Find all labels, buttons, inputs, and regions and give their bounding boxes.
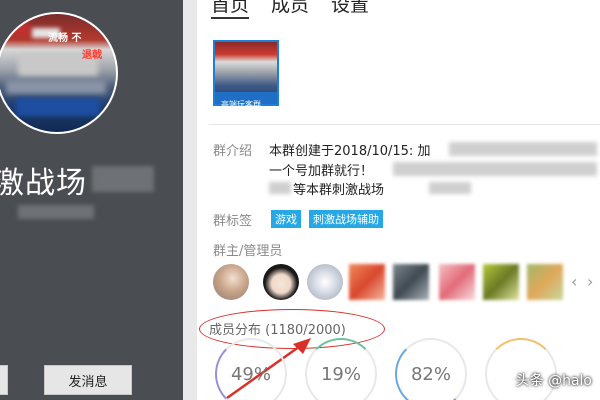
thumbnail-caption: 高端玩客群 — [221, 100, 261, 109]
intro-line2: 一个号加群就行！ — [269, 164, 374, 179]
tag-game[interactable]: 游戏 — [271, 210, 301, 228]
avatar-text-line1: 流畅 不 — [48, 33, 82, 44]
intro-redacted-4 — [429, 182, 471, 194]
tag-pubg-assist[interactable]: 刺激战场辅助 — [309, 210, 383, 228]
stat-circle-4 — [485, 338, 557, 400]
admin-avatar-4[interactable] — [349, 264, 385, 300]
group-name: 激战场 — [0, 158, 87, 202]
admins-label: 群主/管理员 — [213, 244, 283, 259]
group-id-redacted — [18, 205, 94, 219]
stat-value-2: 19% — [320, 363, 361, 385]
tab-members[interactable]: 成员 — [271, 0, 309, 19]
stat-value-1: 49% — [230, 363, 271, 385]
stat-circle-3: 82% — [395, 338, 467, 400]
admin-avatar-6[interactable] — [439, 264, 475, 300]
avatar-text-line2: 退戟 — [82, 50, 102, 61]
admin-avatar-2[interactable] — [263, 264, 299, 300]
tab-settings[interactable]: 设置 — [331, 0, 369, 19]
intro-line1: 本群创建于2018/10/15: 加 — [269, 144, 431, 159]
app-window: 流畅 不 退戟 激战场 发消息 首页 成员 设置 高端玩客群 群介绍 本群创建于… — [0, 0, 600, 400]
group-name-redacted — [92, 166, 154, 192]
admin-avatar-8[interactable] — [527, 264, 563, 300]
admin-avatar-5[interactable] — [393, 264, 429, 300]
stat-circle-2: 19% — [305, 338, 377, 400]
chevron-right-icon[interactable]: › — [587, 272, 593, 291]
thumbnail-caption-bar: 高端玩客群 — [215, 92, 277, 109]
group-name-text: 激战场 — [0, 166, 87, 201]
intro-label: 群介绍 — [213, 144, 253, 159]
watermark: 头条 @halo — [515, 373, 592, 389]
admin-avatar-1[interactable] — [213, 264, 249, 300]
stat-circle-1: 49% — [215, 338, 287, 400]
secondary-action-button[interactable] — [0, 365, 8, 395]
intro-redacted-3 — [269, 182, 291, 194]
intro-redacted-2 — [393, 162, 597, 176]
intro-line3: 等本群刺激战场 — [293, 183, 385, 198]
group-photo-thumbnail[interactable]: 高端玩客群 — [213, 40, 279, 109]
panel-separator — [183, 0, 197, 400]
admin-avatar-3[interactable] — [307, 264, 343, 300]
tags-label: 群标签 — [213, 214, 253, 229]
group-avatar[interactable]: 流畅 不 退戟 — [0, 12, 118, 134]
divider — [209, 124, 600, 125]
chevron-left-icon[interactable]: ‹ — [571, 272, 577, 291]
stat-value-3: 82% — [410, 363, 451, 385]
admin-avatar-7[interactable] — [483, 264, 519, 300]
send-message-button[interactable]: 发消息 — [44, 365, 132, 395]
intro-redacted-1 — [449, 142, 597, 156]
tab-home[interactable]: 首页 — [211, 0, 250, 19]
tab-bar: 首页 成员 设置 — [211, 0, 369, 19]
group-detail-content: 首页 成员 设置 高端玩客群 群介绍 本群创建于2018/10/15: 加 一个… — [197, 0, 600, 400]
group-avatar-image: 流畅 不 退戟 — [0, 14, 116, 132]
group-profile-panel: 流畅 不 退戟 激战场 发消息 — [0, 0, 183, 400]
